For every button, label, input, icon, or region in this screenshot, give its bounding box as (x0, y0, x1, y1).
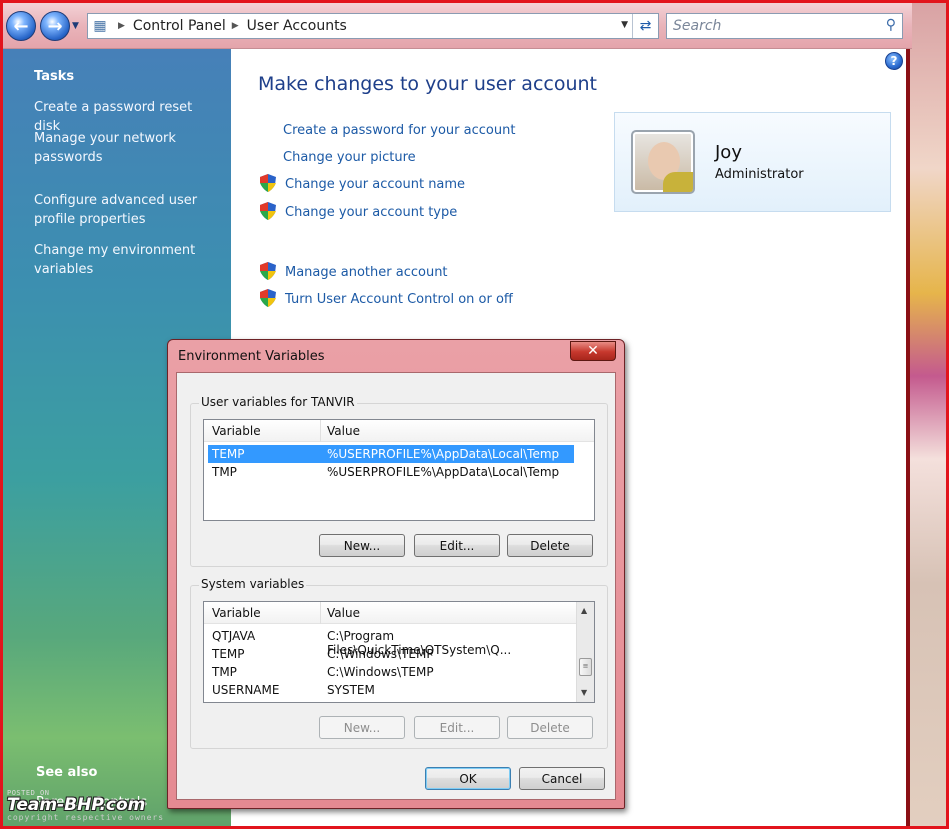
table-row[interactable]: TEMP %USERPROFILE%\AppData\Local\Temp (208, 445, 574, 463)
avatar (631, 130, 695, 194)
system-edit-button[interactable]: Edit... (414, 716, 500, 739)
column-variable[interactable]: Variable (212, 606, 261, 620)
value-cell: SYSTEM (327, 683, 375, 697)
change-picture-link[interactable]: Change your picture (283, 150, 416, 165)
dialog-title: Environment Variables (178, 349, 325, 364)
search-input[interactable]: Search ⚲ (666, 13, 903, 39)
variable-cell: TMP (212, 665, 237, 679)
list-header: Variable Value (204, 602, 578, 624)
uac-shield-icon (260, 262, 276, 280)
breadcrumb-user-accounts[interactable]: User Accounts (247, 18, 347, 34)
search-placeholder: Search (673, 18, 722, 34)
breadcrumb[interactable]: ▦ ▶ Control Panel ▶ User Accounts ▼ ⇄ (87, 13, 659, 39)
breadcrumb-control-panel[interactable]: Control Panel (133, 18, 226, 34)
close-button[interactable]: ✕ (570, 341, 616, 361)
variable-cell: QTJAVA (212, 629, 256, 643)
change-account-type-link[interactable]: Change your account type (285, 205, 457, 220)
watermark-copyright: copyright respective owners (7, 813, 165, 822)
see-also-heading: See also (36, 765, 98, 780)
task-configure-profile-properties[interactable]: Configure advanced user profile properti… (34, 191, 219, 229)
watermark-brand: Team-BHP.com (7, 795, 146, 815)
background-photo-strip (906, 3, 946, 826)
variable-cell: TEMP (212, 447, 245, 461)
dialog-body: User variables for TANVIR Variable Value… (176, 372, 616, 800)
system-new-button[interactable]: New... (319, 716, 405, 739)
control-panel-icon: ▦ (93, 18, 107, 34)
task-change-environment-variables[interactable]: Change my environment variables (34, 241, 219, 279)
forward-button[interactable]: → (40, 11, 70, 41)
user-variables-label: User variables for TANVIR (199, 395, 357, 409)
back-button[interactable]: ← (6, 11, 36, 41)
variable-cell: TEMP (212, 647, 245, 661)
system-variables-group: System variables Variable Value QTJAVA C… (190, 577, 608, 749)
user-account-card: Joy Administrator (614, 112, 891, 212)
list-header: Variable Value (204, 420, 594, 442)
variable-cell: TMP (212, 465, 237, 479)
value-cell: %USERPROFILE%\AppData\Local\Temp (327, 465, 560, 479)
user-edit-button[interactable]: Edit... (414, 534, 500, 557)
uac-shield-icon (260, 289, 276, 307)
recent-pages-dropdown[interactable]: ▼ (72, 21, 79, 31)
variable-cell: USERNAME (212, 683, 280, 697)
table-row[interactable]: TMP C:\Windows\TEMP (208, 663, 574, 681)
system-variables-label: System variables (199, 577, 307, 591)
cancel-button[interactable]: Cancel (519, 767, 605, 790)
user-new-button[interactable]: New... (319, 534, 405, 557)
scroll-thumb[interactable]: ≡ (579, 658, 592, 676)
table-row[interactable]: USERNAME SYSTEM (208, 681, 574, 699)
chevron-down-icon: ▼ (72, 21, 79, 31)
table-row[interactable]: TEMP C:\Windows\TEMP (208, 645, 574, 663)
column-variable[interactable]: Variable (212, 424, 261, 438)
scroll-down-icon[interactable]: ▼ (581, 688, 587, 697)
column-value[interactable]: Value (327, 424, 360, 438)
environment-variables-dialog: Environment Variables ✕ User variables f… (167, 339, 625, 809)
user-role: Administrator (715, 167, 804, 182)
change-account-name-link[interactable]: Change your account name (285, 177, 465, 192)
user-name: Joy (715, 142, 742, 163)
vertical-scrollbar[interactable]: ▲ ≡ ▼ (576, 602, 594, 702)
uac-toggle-link[interactable]: Turn User Account Control on or off (285, 292, 513, 307)
table-row[interactable]: QTJAVA C:\Program Files\QuickTime\QTSyst… (208, 627, 574, 657)
ok-button[interactable]: OK (425, 767, 511, 790)
arrow-left-icon: ← (13, 15, 29, 37)
user-variables-group: User variables for TANVIR Variable Value… (190, 395, 608, 567)
uac-shield-icon (260, 202, 276, 220)
address-bar: ← → ▼ ▦ ▶ Control Panel ▶ User Accounts … (3, 3, 912, 49)
arrow-right-icon: → (47, 15, 63, 37)
uac-shield-icon (260, 174, 276, 192)
manage-another-account-link[interactable]: Manage another account (285, 265, 448, 280)
breadcrumb-arrow-icon[interactable]: ▶ (232, 21, 239, 31)
table-row[interactable]: TMP %USERPROFILE%\AppData\Local\Temp (208, 463, 574, 481)
refresh-icon: ⇄ (639, 18, 652, 34)
column-value[interactable]: Value (327, 606, 360, 620)
value-cell: C:\Windows\TEMP (327, 647, 434, 661)
watermark-logo: POSTED ON Team-BHP.com copyright respect… (7, 789, 164, 822)
window-frame: ← → ▼ ▦ ▶ Control Panel ▶ User Accounts … (0, 0, 949, 829)
refresh-button[interactable]: ⇄ (632, 14, 658, 38)
task-manage-network-passwords[interactable]: Manage your network passwords (34, 129, 219, 167)
create-password-link[interactable]: Create a password for your account (283, 123, 515, 138)
address-dropdown-icon[interactable]: ▼ (621, 20, 628, 30)
close-icon: ✕ (587, 343, 599, 359)
user-variables-list[interactable]: Variable Value TEMP %USERPROFILE%\AppDat… (203, 419, 595, 521)
user-delete-button[interactable]: Delete (507, 534, 593, 557)
system-variables-list[interactable]: Variable Value QTJAVA C:\Program Files\Q… (203, 601, 595, 703)
value-cell: %USERPROFILE%\AppData\Local\Temp (327, 447, 560, 461)
scroll-up-icon[interactable]: ▲ (581, 606, 587, 615)
help-icon[interactable]: ? (885, 52, 903, 70)
tasks-heading: Tasks (34, 69, 75, 84)
page-title: Make changes to your user account (258, 73, 598, 95)
system-delete-button[interactable]: Delete (507, 716, 593, 739)
breadcrumb-arrow-icon[interactable]: ▶ (118, 21, 125, 31)
value-cell: C:\Windows\TEMP (327, 665, 434, 679)
search-icon[interactable]: ⚲ (886, 17, 896, 33)
